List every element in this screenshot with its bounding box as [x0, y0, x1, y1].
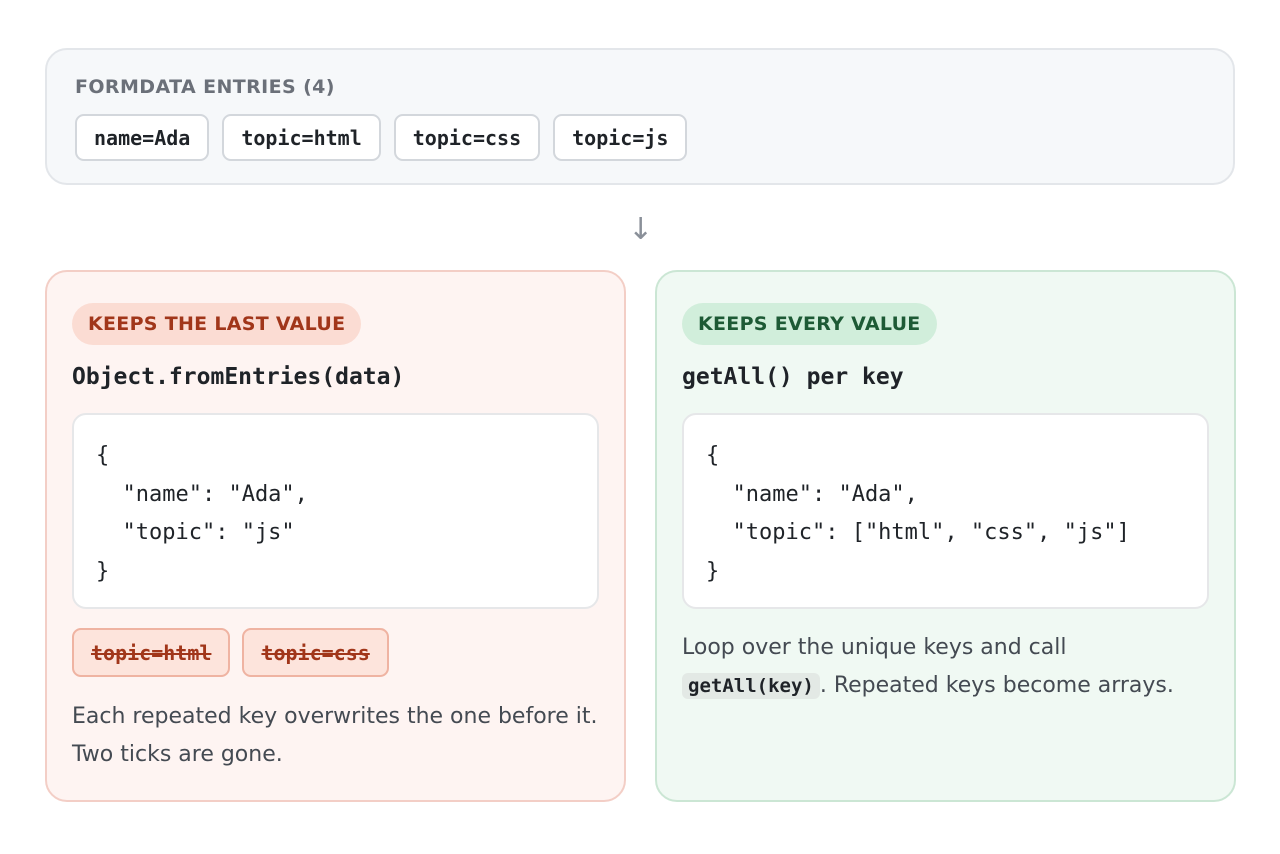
- inline-code: getAll(key): [682, 673, 820, 699]
- card-caption: Loop over the unique keys and call getAl…: [682, 629, 1222, 705]
- caption-line: getAll(key). Repeated keys become arrays…: [682, 667, 1222, 705]
- caption-line: Loop over the unique keys and call: [682, 635, 1067, 660]
- caption-text: . Repeated keys become arrays.: [819, 673, 1174, 698]
- entries-chip-list: name=Ada topic=html topic=css topic=js: [75, 114, 688, 161]
- dropped-entry-chip: topic=html: [72, 628, 231, 677]
- dropped-entries: topic=html topic=css: [72, 628, 389, 677]
- last-value-badge: KEEPS THE LAST VALUE: [72, 303, 362, 345]
- every-value-card: KEEPS EVERY VALUE getAll() per key { "na…: [655, 270, 1236, 802]
- last-value-card: KEEPS THE LAST VALUE Object.fromEntries(…: [45, 270, 626, 802]
- entry-chip: topic=css: [393, 114, 541, 161]
- caption-line: Each repeated key overwrites the one bef…: [72, 704, 598, 729]
- method-label: Object.fromEntries(data): [72, 364, 405, 390]
- code-block: { "name": "Ada", "topic": "js" }: [72, 413, 599, 609]
- code-block: { "name": "Ada", "topic": ["html", "css"…: [682, 413, 1209, 609]
- card-caption: Each repeated key overwrites the one bef…: [72, 698, 612, 774]
- entry-chip: topic=js: [553, 114, 688, 161]
- every-value-badge: KEEPS EVERY VALUE: [682, 303, 937, 345]
- formdata-entries-panel: FORMDATA ENTRIES (4) name=Ada topic=html…: [45, 48, 1235, 185]
- entries-title: FORMDATA ENTRIES (4): [75, 76, 335, 98]
- method-label: getAll() per key: [682, 364, 904, 390]
- entry-chip: topic=html: [222, 114, 381, 161]
- dropped-entry-chip: topic=css: [242, 628, 389, 677]
- entry-chip: name=Ada: [75, 114, 210, 161]
- caption-line: Two ticks are gone.: [72, 742, 283, 767]
- down-arrow-icon: ↓: [628, 212, 654, 247]
